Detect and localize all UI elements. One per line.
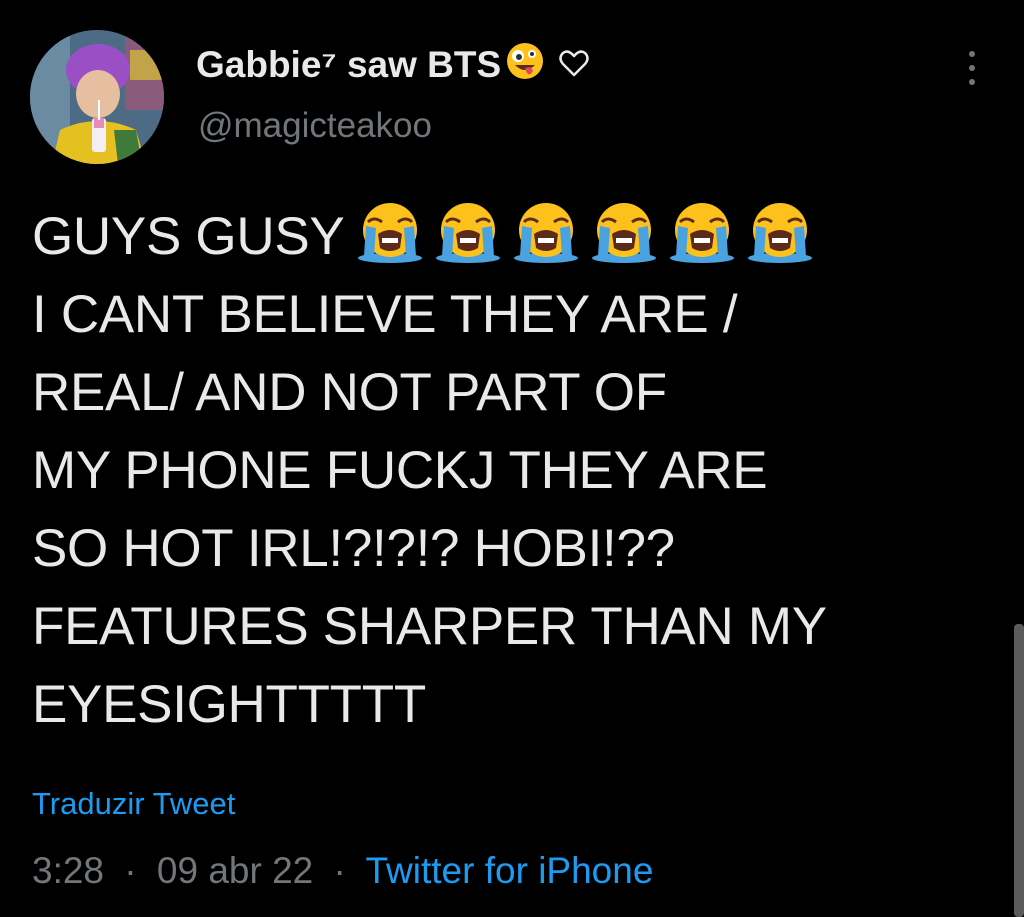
tweet-time[interactable]: 3:28 bbox=[32, 850, 104, 891]
tweet-first-line: GUYS GUSY bbox=[32, 207, 345, 266]
more-vertical-icon bbox=[969, 51, 975, 85]
loudly-crying-face-icon bbox=[592, 203, 657, 263]
loudly-crying-face-icon bbox=[436, 203, 501, 263]
author-handle[interactable]: @magicteakoo bbox=[198, 106, 432, 146]
loudly-crying-face-icon bbox=[358, 203, 423, 263]
translate-tweet-link[interactable]: Traduzir Tweet bbox=[32, 786, 235, 822]
tweet-meta: 3:28 · 09 abr 22 · Twitter for iPhone bbox=[32, 850, 653, 892]
tweet-card: Gabbie⁷ saw BTS @magicteakoo GUYS GUSY I… bbox=[0, 0, 1024, 917]
tweet-text: GUYS GUSY I CANT BELIEVE THEY ARE / REAL… bbox=[32, 198, 992, 744]
more-options-button[interactable] bbox=[960, 48, 984, 88]
loudly-crying-face-icon bbox=[748, 203, 813, 263]
zany-face-icon bbox=[505, 41, 545, 90]
loudly-crying-face-icon bbox=[670, 203, 735, 263]
tweet-source-link[interactable]: Twitter for iPhone bbox=[366, 850, 654, 891]
meta-separator: · bbox=[124, 850, 137, 891]
white-heart-icon bbox=[559, 44, 589, 86]
meta-separator: · bbox=[333, 850, 346, 891]
author-display-name[interactable]: Gabbie⁷ saw BTS bbox=[196, 40, 589, 90]
tweet-date[interactable]: 09 abr 22 bbox=[157, 850, 313, 891]
avatar[interactable] bbox=[30, 30, 164, 164]
avatar-image bbox=[30, 30, 164, 164]
tweet-body: I CANT BELIEVE THEY ARE / REAL/ AND NOT … bbox=[32, 285, 827, 734]
author-name-text: Gabbie⁷ saw BTS bbox=[196, 44, 502, 85]
crying-emoji-row bbox=[354, 200, 816, 264]
loudly-crying-face-icon bbox=[514, 203, 579, 263]
scrollbar[interactable] bbox=[1014, 624, 1024, 917]
